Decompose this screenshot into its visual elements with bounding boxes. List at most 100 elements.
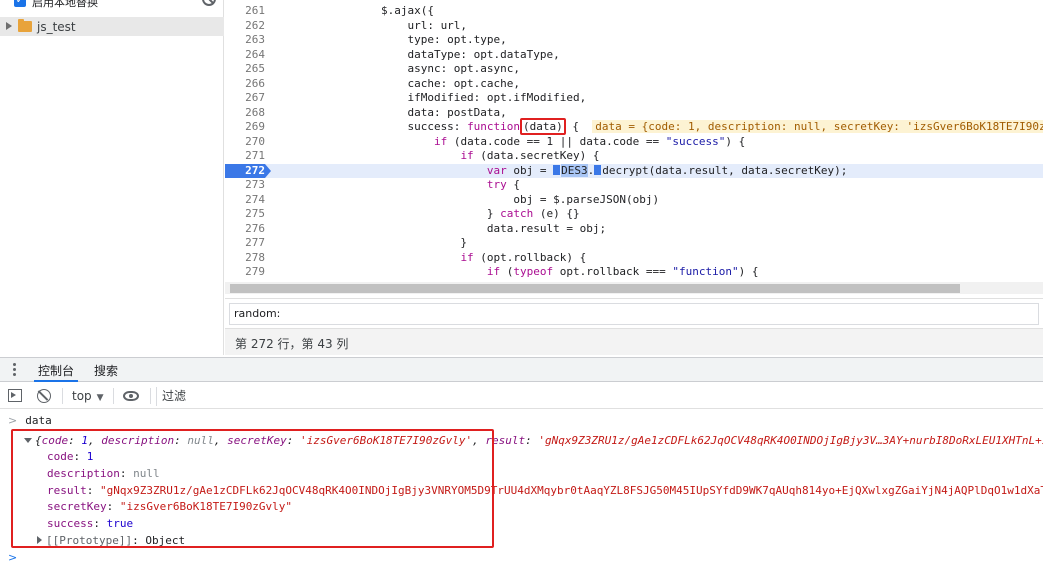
line-number[interactable]: 263 — [225, 33, 265, 47]
line-number[interactable]: 273 — [225, 178, 265, 192]
prototype-row[interactable]: [[Prototype]]: Object — [37, 533, 537, 549]
line-number[interactable]: 269 — [225, 120, 265, 134]
code-token: type: opt.type, — [275, 33, 507, 46]
cursor-position: 第 272 行，第 43 列 — [235, 337, 349, 351]
code-line[interactable]: 274 obj = $.parseJSON(obj) — [225, 193, 1043, 207]
breakpoint-arrow-icon[interactable] — [265, 163, 271, 178]
show-sidebar-icon[interactable] — [8, 389, 22, 402]
code-line[interactable]: 262 url: url, — [225, 19, 1043, 33]
code-line[interactable]: 276 data.result = obj; — [225, 222, 1043, 236]
summary-sep: , — [88, 434, 102, 447]
code-token: url: url, — [275, 18, 468, 32]
line-number[interactable]: 272 — [225, 163, 265, 178]
folder-icon — [18, 19, 32, 32]
scrollbar-thumb[interactable] — [230, 284, 960, 293]
code-line[interactable]: 268 data: postData, — [225, 106, 1043, 120]
code-line[interactable]: 279 if (typeof opt.rollback === "functio… — [225, 265, 1043, 279]
code-token: function — [467, 120, 521, 133]
drawer-menu-icon[interactable] — [13, 363, 16, 377]
line-number[interactable]: 261 — [225, 4, 265, 18]
code-token: opt.rollback === — [553, 265, 673, 278]
code-line[interactable]: 267 ifModified: opt.ifModified, — [225, 91, 1043, 105]
tab-search[interactable]: 搜索 — [94, 362, 118, 379]
summary-value: null — [187, 434, 214, 447]
line-number[interactable]: 274 — [225, 193, 265, 207]
line-number[interactable]: 266 — [225, 77, 265, 91]
code-line[interactable]: 270 if (data.code == 1 || data.code == "… — [225, 135, 1043, 149]
code-line[interactable]: 277 } — [225, 236, 1043, 250]
code-line[interactable]: 273 try { — [225, 178, 1043, 192]
code-text: $.ajax({ — [275, 4, 434, 18]
code-line[interactable]: 265 async: opt.async, — [225, 62, 1043, 76]
override-checkbox[interactable]: ✓ — [14, 0, 26, 7]
code-text: async: opt.async, — [275, 62, 520, 76]
object-property[interactable]: result: "gNqx9Z3ZRU1z/gAe1zCDFLk62JqOCV4… — [47, 483, 1043, 499]
code-token: "success" — [665, 134, 726, 148]
code-line[interactable]: 275 } catch (e) {} — [225, 207, 1043, 221]
line-number[interactable]: 268 — [225, 106, 265, 120]
line-number[interactable]: 275 — [225, 207, 265, 221]
line-number[interactable]: 262 — [225, 19, 265, 33]
code-line[interactable]: 266 cache: opt.cache, — [225, 77, 1043, 91]
console-toolbar: top ▼ 过滤 — [0, 383, 1043, 409]
code-token: dataType: opt.dataType, — [275, 47, 560, 61]
step-marker-icon[interactable] — [553, 164, 561, 175]
code-line[interactable]: 264 dataType: opt.dataType, — [225, 48, 1043, 62]
code-token: (data.secretKey) { — [473, 149, 600, 162]
code-editor[interactable]: 261 $.ajax({262 url: url, 263 type: opt.t… — [225, 0, 1043, 282]
code-token: (opt.rollback) { — [473, 250, 587, 264]
code-line[interactable]: 263 type: opt.type, — [225, 33, 1043, 47]
object-property[interactable]: success: true — [47, 516, 1043, 532]
line-number[interactable]: 279 — [225, 265, 265, 279]
object-property[interactable]: description: null — [47, 466, 1043, 482]
code-token: if — [460, 250, 474, 264]
line-number[interactable]: 270 — [225, 135, 265, 149]
clear-overrides-icon[interactable] — [202, 0, 216, 6]
code-line[interactable]: 271 if (data.secretKey) { — [225, 149, 1043, 163]
current-execution-line[interactable]: 272 var obj = DES3. decrypt(data.result, … — [225, 163, 1043, 178]
console-prompt-icon[interactable]: > — [8, 551, 17, 564]
expand-arrow-icon[interactable] — [6, 22, 12, 30]
prototype-label: [[Prototype]] — [46, 534, 133, 547]
expand-arrow-icon[interactable] — [37, 536, 42, 544]
property-sep: : — [86, 483, 100, 497]
line-number[interactable]: 265 — [225, 62, 265, 76]
live-expression-eye-icon[interactable] — [123, 391, 139, 401]
code-text: if (data.secretKey) { — [275, 149, 600, 163]
line-number[interactable]: 276 — [225, 222, 265, 236]
tab-console[interactable]: 控制台 — [33, 362, 79, 382]
code-token: "function" — [672, 265, 739, 278]
summary-sep: : — [286, 434, 300, 447]
tree-item-js-test[interactable]: js_test — [0, 17, 224, 36]
summary-key: result — [485, 434, 526, 447]
code-token: data.result = obj; — [275, 221, 607, 235]
collapse-arrow-icon[interactable] — [24, 438, 32, 443]
line-number[interactable]: 267 — [225, 91, 265, 105]
code-line[interactable]: 261 $.ajax({ — [225, 4, 1043, 18]
line-number[interactable]: 271 — [225, 149, 265, 163]
object-property[interactable]: code: 1 — [47, 449, 1043, 465]
code-line[interactable]: 269 success: function (data) { data = {co… — [225, 118, 1043, 135]
property-sep: : — [132, 534, 146, 547]
search-input[interactable]: random: — [229, 303, 1039, 325]
summary-value: 'izsGver6BoK18TE7I90zGvly' — [299, 434, 473, 447]
line-number[interactable]: 277 — [225, 236, 265, 250]
override-row[interactable]: ✓ 启用本地替换 — [0, 0, 224, 10]
code-line[interactable]: 278 if (opt.rollback) { — [225, 251, 1043, 265]
step-marker-icon[interactable] — [594, 164, 602, 175]
clear-console-icon[interactable] — [37, 389, 51, 403]
property-key: success — [47, 517, 94, 531]
filter-input[interactable]: 过滤 — [156, 387, 1043, 406]
line-number[interactable]: 278 — [225, 251, 265, 265]
code-text: ifModified: opt.ifModified, — [275, 91, 586, 105]
code-text: url: url, — [275, 19, 467, 33]
object-summary[interactable]: {code: 1, description: null, secretKey: … — [24, 433, 1043, 449]
line-number[interactable]: 264 — [225, 48, 265, 62]
editor-horizontal-scrollbar[interactable] — [225, 282, 1043, 294]
object-property[interactable]: secretKey: "izsGver6BoK18TE7I90zGvly" — [47, 499, 1043, 515]
summary-sep: : — [68, 434, 82, 447]
property-key: code — [47, 450, 74, 463]
context-selector[interactable]: top ▼ — [72, 389, 104, 403]
